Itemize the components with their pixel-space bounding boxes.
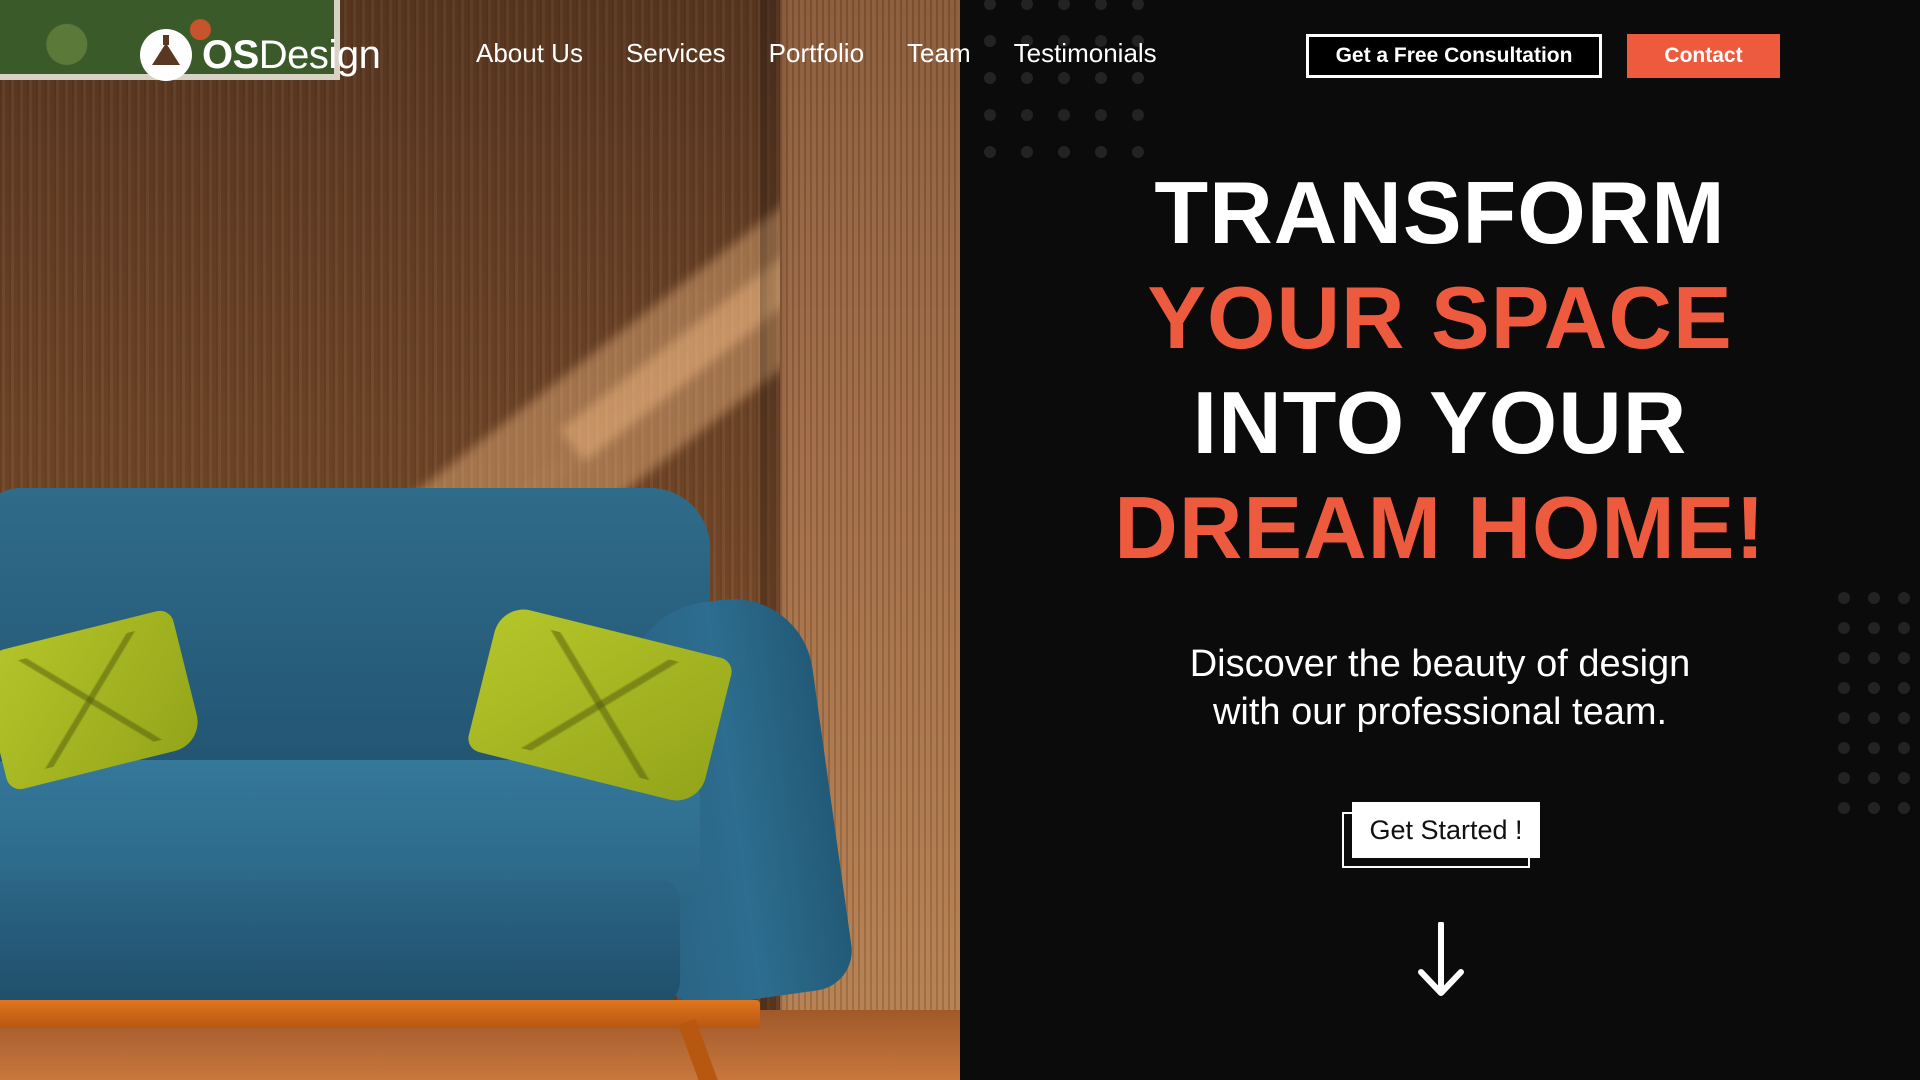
hero-title-line: DREAM HOME! xyxy=(1114,478,1766,577)
get-started-wrapper: Get Started ! xyxy=(1342,802,1540,868)
get-started-button[interactable]: Get Started ! xyxy=(1352,802,1540,858)
decor-dot xyxy=(1021,146,1033,158)
decor-dot xyxy=(1898,772,1910,784)
free-consultation-button[interactable]: Get a Free Consultation xyxy=(1306,34,1602,78)
decor-dot xyxy=(984,146,996,158)
nav-about-us[interactable]: About Us xyxy=(476,38,583,69)
nav-team[interactable]: Team xyxy=(907,38,971,69)
decor-dot xyxy=(1095,146,1107,158)
hero-title-line: TRANSFORM xyxy=(1154,163,1726,262)
decor-dot xyxy=(1095,72,1107,84)
decor-dot xyxy=(1868,652,1880,664)
nav-testimonials[interactable]: Testimonials xyxy=(1014,38,1157,69)
hero-subtitle: Discover the beauty of design with our p… xyxy=(1189,643,1691,733)
decor-dot xyxy=(1132,72,1144,84)
decor-dot xyxy=(1868,682,1880,694)
decor-dot xyxy=(1058,72,1070,84)
arrow-down-icon[interactable] xyxy=(1416,921,1466,998)
decor-dot xyxy=(1868,622,1880,634)
hero-photo xyxy=(0,0,960,1080)
decor-dot xyxy=(1868,592,1880,604)
landing-page: OSDesign About Us Services Portfolio Tea… xyxy=(0,0,1920,1080)
decor-dot xyxy=(1838,652,1850,664)
decor-dot xyxy=(1868,772,1880,784)
decor-dot xyxy=(1838,802,1850,814)
logo-text: OSDesign xyxy=(202,32,381,77)
decor-dot xyxy=(1838,682,1850,694)
decor-dot xyxy=(1898,622,1910,634)
decor-dot xyxy=(984,72,996,84)
contact-button[interactable]: Contact xyxy=(1627,34,1780,78)
decor-dot xyxy=(1132,109,1144,121)
nav-portfolio[interactable]: Portfolio xyxy=(769,38,864,69)
decor-dot xyxy=(1058,109,1070,121)
decor-dot xyxy=(1838,742,1850,754)
decor-dot xyxy=(1838,712,1850,724)
decor-dot xyxy=(1838,592,1850,604)
decor-dot xyxy=(1898,802,1910,814)
hero-title: TRANSFORM YOUR SPACE INTO YOUR DREAM HOM… xyxy=(1040,160,1840,580)
decor-dot xyxy=(1868,802,1880,814)
nav-services[interactable]: Services xyxy=(626,38,726,69)
hero-title-line: INTO YOUR xyxy=(1192,373,1688,472)
decor-dot xyxy=(1898,592,1910,604)
decor-dot xyxy=(984,109,996,121)
site-logo[interactable]: OSDesign xyxy=(140,28,381,82)
decor-dot xyxy=(1868,742,1880,754)
decor-dot xyxy=(1898,742,1910,754)
decor-dot xyxy=(1132,146,1144,158)
hero-title-line: YOUR SPACE xyxy=(1147,268,1733,367)
lamp-icon xyxy=(140,29,192,81)
decor-dot xyxy=(1095,109,1107,121)
decor-dot xyxy=(1021,72,1033,84)
decor-dot xyxy=(1838,772,1850,784)
decor-dot xyxy=(1058,146,1070,158)
decor-dot xyxy=(1021,109,1033,121)
decor-dot xyxy=(1898,712,1910,724)
decor-dot xyxy=(1898,682,1910,694)
main-nav: About Us Services Portfolio Team Testimo… xyxy=(476,38,1200,69)
decor-dot xyxy=(1868,712,1880,724)
decor-dot xyxy=(1898,652,1910,664)
decor-dot xyxy=(1838,622,1850,634)
